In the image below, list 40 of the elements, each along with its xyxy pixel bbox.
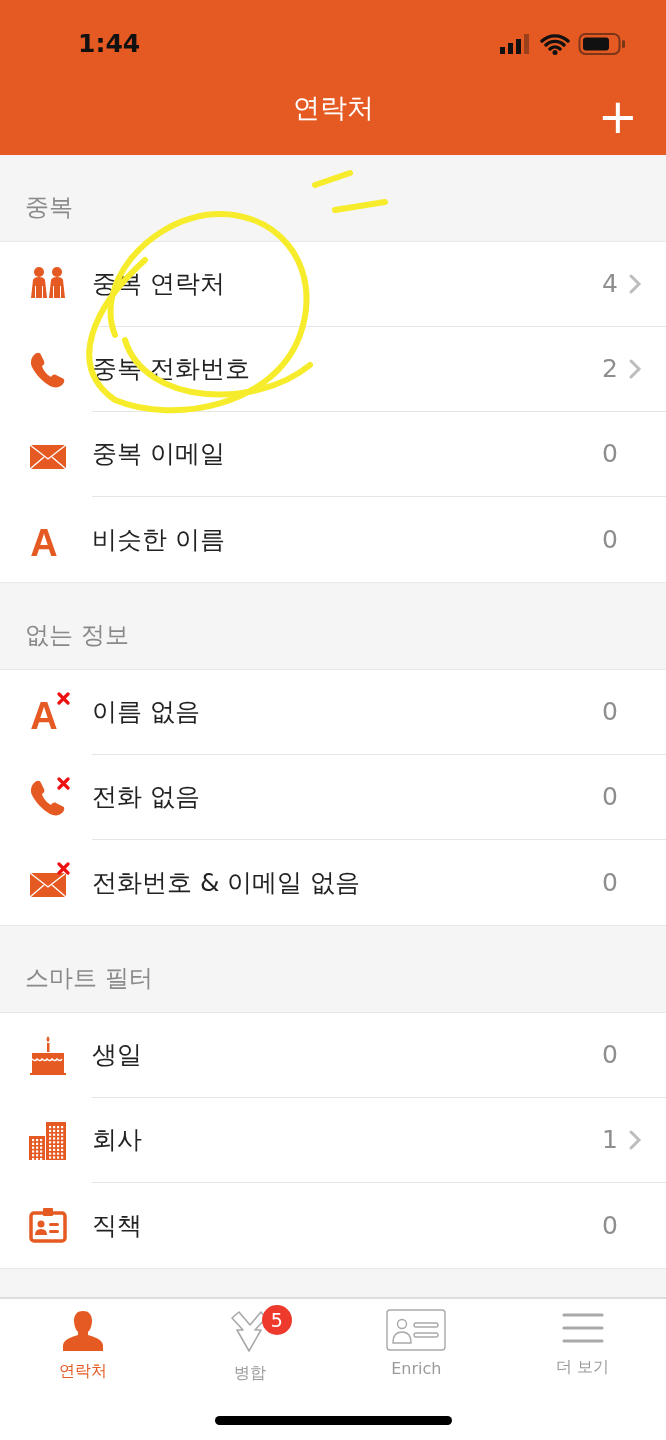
row-count: 0 xyxy=(602,696,618,729)
section-header: 중복 xyxy=(25,192,73,223)
row-count: 1 xyxy=(602,1124,618,1157)
row-count: 0 xyxy=(602,1039,618,1072)
row-label: 전화번호 & 이메일 없음 xyxy=(92,866,362,899)
letter-glyph: A xyxy=(30,521,58,561)
filter-row[interactable]: 전화 없음 0 xyxy=(0,755,666,840)
row-label: 생일 xyxy=(92,1039,143,1072)
filter-row[interactable]: A 비슷한 이름 0 xyxy=(0,497,666,582)
row-label: 비슷한 이름 xyxy=(92,523,226,556)
row-count: 0 xyxy=(602,438,618,471)
row-label: 직책 xyxy=(92,1209,143,1242)
filter-row[interactable]: 생일 0 xyxy=(0,1013,666,1098)
filter-row[interactable]: 직책 0 xyxy=(0,1183,666,1268)
count-badge: 5 xyxy=(261,1305,292,1335)
letter-glyph: A xyxy=(30,694,58,734)
filter-row[interactable]: 중복 이메일 0 xyxy=(0,412,666,497)
row-count: 2 xyxy=(602,353,618,386)
row-label: 이름 없음 xyxy=(92,696,201,729)
wifi-icon xyxy=(540,33,570,55)
row-count: 0 xyxy=(602,1209,618,1242)
row-count: 0 xyxy=(602,781,618,814)
add-button[interactable]: + xyxy=(597,92,638,140)
signal-icon xyxy=(500,34,532,54)
section-header: 없는 정보 xyxy=(25,620,129,651)
filter-row[interactable]: 회사 1 xyxy=(0,1098,666,1183)
row-count: 0 xyxy=(602,866,618,899)
row-count: 4 xyxy=(602,268,618,301)
battery-icon xyxy=(578,32,626,56)
row-count: 0 xyxy=(602,523,618,556)
status-time: 1:44 xyxy=(78,28,141,61)
page-title: 연락처 xyxy=(292,92,374,123)
business-card-icon xyxy=(386,1309,447,1351)
row-label: 중복 이메일 xyxy=(92,438,226,471)
section-header: 스마트 필터 xyxy=(25,963,153,994)
row-label: 전화 없음 xyxy=(92,781,201,814)
row-label: 회사 xyxy=(92,1124,143,1157)
filter-row[interactable]: A 이름 없음 0 xyxy=(0,670,666,755)
tab[interactable]: 연락처 xyxy=(0,1299,167,1440)
filter-row[interactable]: 전화번호 & 이메일 없음 0 xyxy=(0,840,666,925)
